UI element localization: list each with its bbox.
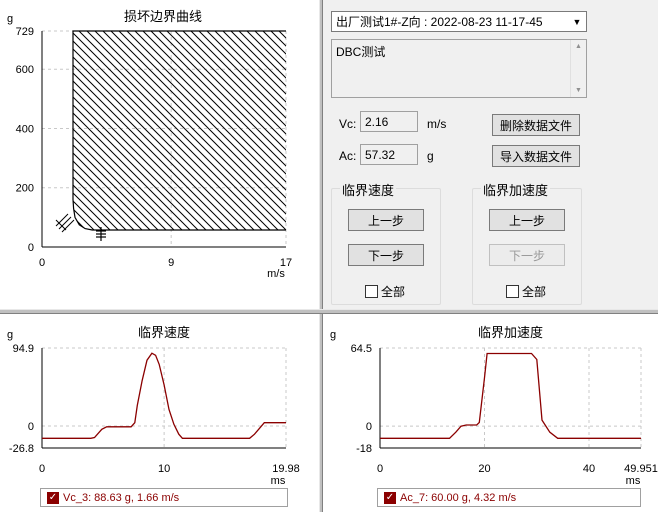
- vc-value-field[interactable]: 2.16: [360, 111, 418, 132]
- acceleration-legend[interactable]: ✓ Ac_7: 60.00 g, 4.32 m/s: [377, 488, 641, 507]
- damage-region: [73, 31, 286, 230]
- delete-data-file-button[interactable]: 删除数据文件: [492, 114, 580, 136]
- velocity-ytick-label: -26.8: [9, 443, 34, 455]
- import-data-file-button[interactable]: 导入数据文件: [492, 145, 580, 167]
- acceleration-chart: 临界加速度 g 64.5 0 -18 0 20 40 49.951ms: [330, 325, 658, 487]
- velocity-legend[interactable]: ✓ Vc_3: 88.63 g, 1.66 m/s: [40, 488, 288, 507]
- acceleration-xtick-label: 40: [583, 463, 595, 475]
- velocity-ytick-label: 94.9: [13, 343, 34, 355]
- acceleration-xtick-label: 0: [377, 463, 383, 475]
- ac-unit: g: [427, 149, 434, 163]
- description-memo[interactable]: DBC测试 ▲ ▼: [331, 39, 587, 98]
- scroll-up-icon[interactable]: ▲: [575, 43, 582, 50]
- acceleration-series-line[interactable]: [380, 352, 641, 439]
- velocity-series-name: Vc_3: 88.63 g, 1.66 m/s: [63, 491, 180, 504]
- control-panel: 出厂测试1#-Z向 : 2022-08-23 11-17-45 ▼ DBC测试 …: [323, 0, 658, 309]
- acceleration-ytick-label: 0: [366, 421, 372, 433]
- velocity-chart-title: 临界速度: [138, 325, 190, 340]
- boundary-chart-pane: 损坏边界曲线 g 729 600 400 200 0 0 9 17 m/s: [0, 0, 319, 309]
- accel-prev-button[interactable]: 上一步: [489, 209, 565, 231]
- velocity-chart: 临界速度 g94.9 0 -26.8 0 10 19.98ms: [7, 325, 300, 487]
- accel-all-box[interactable]: [506, 285, 519, 298]
- scroll-down-icon[interactable]: ▼: [575, 87, 582, 94]
- boundary-ytick-label: 400: [16, 123, 34, 135]
- acceleration-ytick-label: 64.5: [351, 343, 372, 355]
- accel-all-label: 全部: [522, 285, 547, 299]
- vc-unit: m/s: [427, 117, 447, 131]
- velocity-xtick-label: 19.98: [272, 463, 300, 475]
- velocity-x-unit: ms: [271, 475, 286, 487]
- boundary-ytick-label: 729: [16, 26, 34, 38]
- critical-velocity-group: 临界速度 上一步 下一步 全部: [331, 180, 441, 305]
- velocity-all-label: 全部: [381, 285, 406, 299]
- critical-velocity-marker[interactable]: [55, 213, 75, 233]
- vc-value: 2.16: [365, 115, 389, 129]
- acceleration-xtick-label: 20: [478, 463, 490, 475]
- acceleration-series-checkbox-icon[interactable]: ✓: [384, 491, 396, 504]
- boundary-chart-title: 损坏边界曲线: [124, 9, 202, 24]
- acceleration-x-unit: ms: [626, 475, 641, 487]
- acceleration-chart-title: 临界加速度: [478, 325, 543, 340]
- boundary-xtick-label: 0: [39, 257, 45, 269]
- velocity-next-button[interactable]: 下一步: [348, 244, 424, 266]
- boundary-x-unit: m/s: [267, 268, 285, 280]
- velocity-all-box[interactable]: [365, 285, 378, 298]
- velocity-series-checkbox-icon[interactable]: ✓: [47, 491, 59, 504]
- acceleration-series-name: Ac_7: 60.00 g, 4.32 m/s: [400, 491, 517, 504]
- velocity-y-unit: g: [7, 329, 13, 341]
- velocity-ytick-label: 0: [28, 421, 34, 433]
- critical-acceleration-group-title: 临界加速度: [481, 180, 551, 199]
- dropdown-arrow-icon[interactable]: ▼: [568, 12, 586, 31]
- acceleration-xtick-label: 49.951: [624, 463, 658, 475]
- critical-velocity-group-title: 临界速度: [340, 180, 397, 199]
- ac-value: 57.32: [365, 148, 396, 162]
- velocity-chart-pane: 临界速度 g 94.9 0 -26.8 0 10 19.98 ms ✓ Vc_3: 88.63 …: [0, 314, 319, 512]
- ac-label: Ac:: [339, 149, 357, 163]
- velocity-all-checkbox[interactable]: 全部: [365, 283, 405, 300]
- velocity-xtick-label: 0: [39, 463, 45, 475]
- vc-label: Vc:: [339, 117, 357, 131]
- acceleration-ytick-label: -18: [356, 443, 372, 455]
- accel-all-checkbox[interactable]: 全部: [506, 283, 546, 300]
- memo-text: DBC测试: [336, 45, 386, 59]
- boundary-xtick-label: 9: [168, 257, 174, 269]
- acceleration-chart-pane: 临界加速度 g 64.5 0 -18 0 20 40 49.951 ms ✓ Ac_7: 60.0…: [323, 314, 658, 512]
- test-record-value: 出厂测试1#-Z向 : 2022-08-23 11-17-45: [336, 15, 543, 29]
- memo-scrollbar[interactable]: ▲ ▼: [570, 40, 586, 97]
- velocity-xtick-label: 10: [158, 463, 170, 475]
- ac-value-field[interactable]: 57.32: [360, 144, 418, 165]
- critical-acceleration-group: 临界加速度 上一步 下一步 全部: [472, 180, 582, 305]
- boundary-ytick-label: 200: [16, 183, 34, 195]
- test-record-select[interactable]: 出厂测试1#-Z向 : 2022-08-23 11-17-45 ▼: [331, 11, 587, 32]
- accel-next-button[interactable]: 下一步: [489, 244, 565, 266]
- velocity-prev-button[interactable]: 上一步: [348, 209, 424, 231]
- boundary-ytick-label: 0: [28, 242, 34, 254]
- boundary-ytick-label: 600: [16, 64, 34, 76]
- boundary-y-unit: g: [7, 13, 13, 25]
- acceleration-y-unit: g: [330, 329, 336, 341]
- boundary-chart: 损坏边界曲线 g 7296004002000 0 9 17 m/s: [7, 9, 292, 280]
